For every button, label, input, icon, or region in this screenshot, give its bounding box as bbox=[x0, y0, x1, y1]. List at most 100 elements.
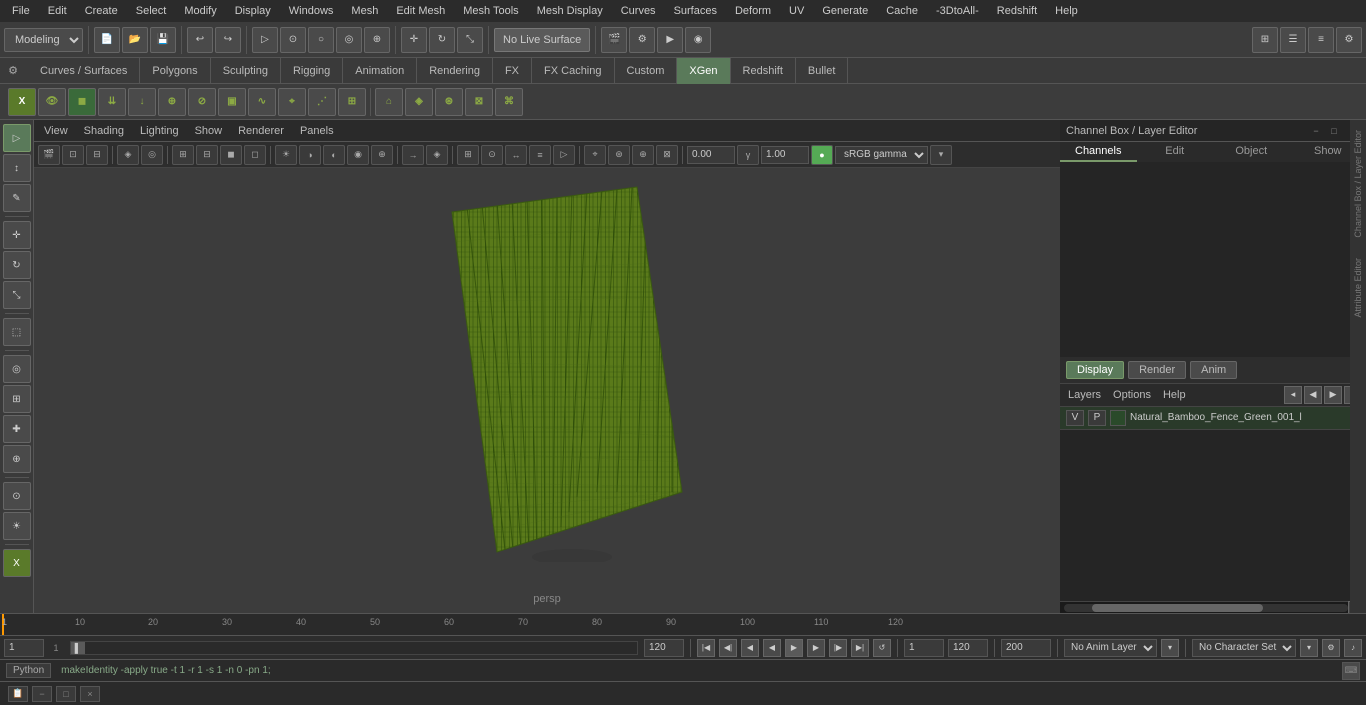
menu-help[interactable]: Help bbox=[1047, 3, 1086, 19]
vp-menu-show[interactable]: Show bbox=[191, 125, 227, 137]
vp-motion-btn[interactable]: → bbox=[402, 145, 424, 165]
layer-nav-options[interactable]: Options bbox=[1109, 389, 1155, 401]
win-script-icon[interactable]: 📋 bbox=[8, 686, 28, 702]
prev-frame-btn[interactable]: ◀ bbox=[741, 639, 759, 657]
deselect-btn[interactable]: ◎ bbox=[336, 27, 362, 53]
play-btn[interactable]: ▶ bbox=[785, 639, 803, 657]
layer-tab-display[interactable]: Display bbox=[1066, 361, 1124, 379]
layer-prev-btn[interactable]: ◂ bbox=[1284, 386, 1302, 404]
anim-layer-dropdown[interactable]: No Anim Layer bbox=[1064, 639, 1157, 657]
vp-cam-btn[interactable]: 🎬 bbox=[38, 145, 60, 165]
menu-3dtall[interactable]: -3DtoAll- bbox=[928, 3, 987, 19]
vp-menu-renderer[interactable]: Renderer bbox=[234, 125, 288, 137]
vp-hud-btn[interactable]: ⊞ bbox=[457, 145, 479, 165]
workspace-dropdown[interactable]: Modeling bbox=[4, 28, 83, 52]
vp-frame-all-btn[interactable]: ⊡ bbox=[62, 145, 84, 165]
menu-display[interactable]: Display bbox=[227, 3, 279, 19]
vp-gamma-input[interactable] bbox=[687, 146, 735, 164]
select-tool-btn[interactable]: ▷ bbox=[3, 124, 31, 152]
layout-btn[interactable]: ⊕ bbox=[3, 445, 31, 473]
vp-colorspace-select[interactable]: sRGB gamma bbox=[835, 146, 928, 164]
cb-tab-channels[interactable]: Channels bbox=[1060, 142, 1137, 162]
status-keyboard-icon[interactable]: ⌨ bbox=[1342, 662, 1360, 680]
paint-select-btn[interactable]: ○ bbox=[308, 27, 334, 53]
menu-windows[interactable]: Windows bbox=[281, 3, 342, 19]
cb-maximize-btn[interactable]: □ bbox=[1326, 123, 1342, 139]
xgen-tool4-btn[interactable]: ⊠ bbox=[465, 88, 493, 116]
skip-end-btn[interactable]: ▶| bbox=[851, 639, 869, 657]
tab-redshift[interactable]: Redshift bbox=[731, 58, 796, 84]
rv-attr-editor-label[interactable]: Attribute Editor bbox=[1351, 248, 1365, 328]
win-minimize-btn[interactable]: − bbox=[32, 686, 52, 702]
vp-menu-shading[interactable]: Shading bbox=[80, 125, 128, 137]
arnold-btn[interactable]: ◉ bbox=[685, 27, 711, 53]
layer-tab-anim[interactable]: Anim bbox=[1190, 361, 1237, 379]
lasso-btn[interactable]: ⊙ bbox=[280, 27, 306, 53]
menu-surfaces[interactable]: Surfaces bbox=[666, 3, 725, 19]
python-label[interactable]: Python bbox=[6, 663, 51, 678]
brush-tool-btn[interactable]: ✎ bbox=[3, 184, 31, 212]
menu-generate[interactable]: Generate bbox=[814, 3, 876, 19]
vp-flat-btn[interactable]: ◻ bbox=[244, 145, 266, 165]
tab-fx[interactable]: FX bbox=[493, 58, 532, 84]
tab-fx-caching[interactable]: FX Caching bbox=[532, 58, 614, 84]
menu-curves[interactable]: Curves bbox=[613, 3, 664, 19]
tr-settings-btn[interactable]: ⚙ bbox=[1322, 639, 1340, 657]
char-set-dropdown[interactable]: No Character Set bbox=[1192, 639, 1296, 657]
select-all-btn[interactable]: ⊕ bbox=[364, 27, 390, 53]
xgen-icon-btn[interactable]: X bbox=[3, 549, 31, 577]
live-surface-btn[interactable]: No Live Surface bbox=[494, 28, 590, 52]
rotate-btn[interactable]: ↻ bbox=[429, 27, 455, 53]
scale-tool-btn[interactable]: ⤡ bbox=[3, 281, 31, 309]
layer-scrollbar[interactable]: ▸ bbox=[1060, 601, 1366, 613]
xgen-tool2-btn[interactable]: ◈ bbox=[405, 88, 433, 116]
vp-snap4-btn[interactable]: ⊠ bbox=[656, 145, 678, 165]
light-btn[interactable]: ☀ bbox=[3, 512, 31, 540]
end-frame-input[interactable] bbox=[644, 639, 684, 657]
vp-menu-panels[interactable]: Panels bbox=[296, 125, 338, 137]
vp-iso-btn[interactable]: ◈ bbox=[117, 145, 139, 165]
grid-btn[interactable]: ⊞ bbox=[3, 385, 31, 413]
vp-gain-input[interactable] bbox=[761, 146, 809, 164]
xgen-patch-btn[interactable]: ◼ bbox=[68, 88, 96, 116]
play-reverse-btn[interactable]: ◀ bbox=[763, 639, 781, 657]
tab-rigging[interactable]: Rigging bbox=[281, 58, 343, 84]
tab-polygons[interactable]: Polygons bbox=[140, 58, 210, 84]
current-frame-input[interactable] bbox=[4, 639, 44, 657]
rotate-tool-btn[interactable]: ↻ bbox=[3, 251, 31, 279]
vp-orient-btn[interactable]: ◎ bbox=[141, 145, 163, 165]
xgen-logo-btn[interactable]: X bbox=[8, 88, 36, 116]
vp-ssao-btn[interactable]: ◉ bbox=[347, 145, 369, 165]
xgen-density-btn[interactable]: ⋰ bbox=[308, 88, 336, 116]
range-start-input[interactable] bbox=[904, 639, 944, 657]
move-btn[interactable]: ✛ bbox=[401, 27, 427, 53]
layer-visibility-btn[interactable]: V bbox=[1066, 410, 1084, 426]
menu-mesh-tools[interactable]: Mesh Tools bbox=[455, 3, 526, 19]
vp-seq-btn[interactable]: ▷ bbox=[553, 145, 575, 165]
range-end-input[interactable] bbox=[948, 639, 988, 657]
menu-uv[interactable]: UV bbox=[781, 3, 812, 19]
scale-btn[interactable]: ⤡ bbox=[457, 27, 483, 53]
menu-deform[interactable]: Deform bbox=[727, 3, 779, 19]
vp-snap-btn[interactable]: ⌖ bbox=[584, 145, 606, 165]
menu-cache[interactable]: Cache bbox=[878, 3, 926, 19]
xgen-tool1-btn[interactable]: ⌂ bbox=[375, 88, 403, 116]
timeline-bar[interactable]: 1 10 20 30 40 50 60 70 80 90 100 110 120 bbox=[0, 614, 1366, 635]
cb-tab-object[interactable]: Object bbox=[1213, 142, 1290, 162]
xgen-tool3-btn[interactable]: ⊛ bbox=[435, 88, 463, 116]
tab-settings-icon[interactable]: ⚙ bbox=[2, 60, 24, 82]
xgen-anchor-btn[interactable]: ⌖ bbox=[278, 88, 306, 116]
vp-sel-hl-btn[interactable]: ◈ bbox=[426, 145, 448, 165]
xgen-tool5-btn[interactable]: ⌘ bbox=[495, 88, 523, 116]
xgen-map-btn[interactable]: ⊞ bbox=[338, 88, 366, 116]
vp-menu-view[interactable]: View bbox=[40, 125, 72, 137]
menu-edit-mesh[interactable]: Edit Mesh bbox=[388, 3, 453, 19]
marquee-btn[interactable]: ⬚ bbox=[3, 318, 31, 346]
layer-nav-help[interactable]: Help bbox=[1159, 389, 1190, 401]
xgen-select-btn[interactable]: ⊕ bbox=[158, 88, 186, 116]
layer-color-swatch[interactable] bbox=[1110, 410, 1126, 426]
menu-mesh[interactable]: Mesh bbox=[343, 3, 386, 19]
menu-redshift[interactable]: Redshift bbox=[989, 3, 1045, 19]
vp-ao-btn[interactable]: ◐ bbox=[323, 145, 345, 165]
cb-minimize-btn[interactable]: − bbox=[1308, 123, 1324, 139]
